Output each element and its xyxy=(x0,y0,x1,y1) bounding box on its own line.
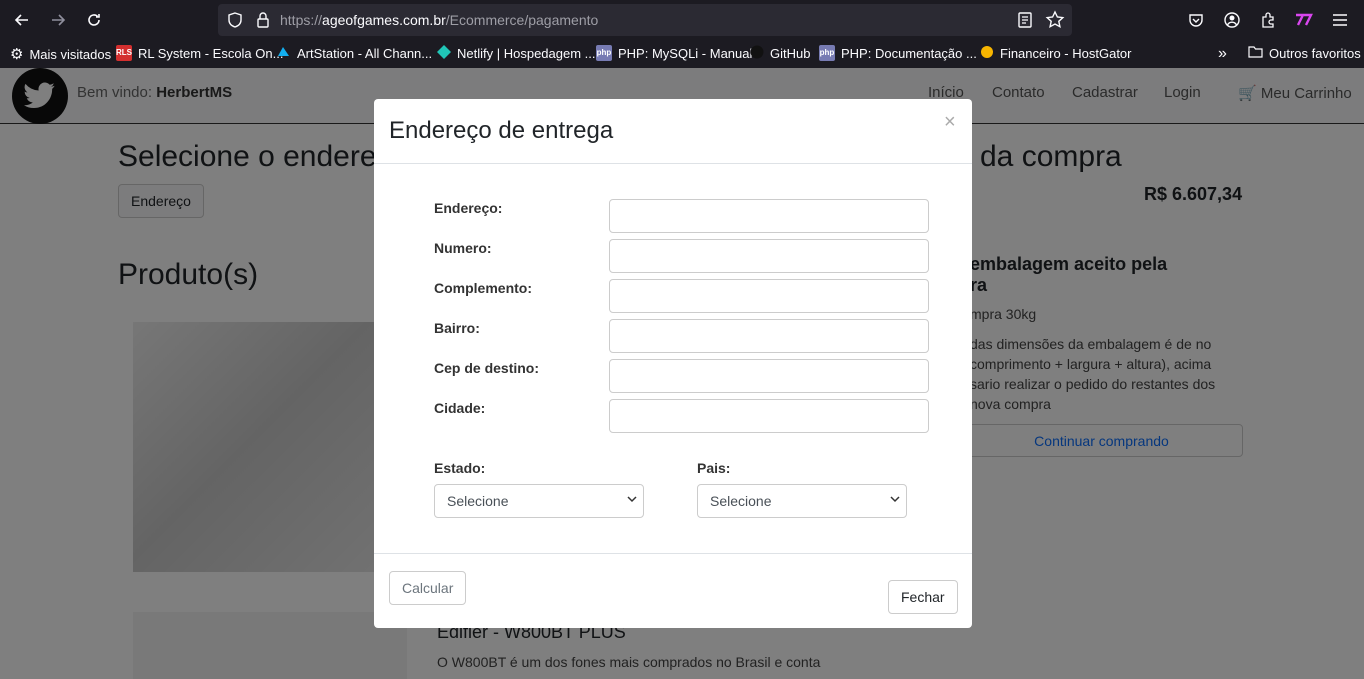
bookmark-hostgator[interactable]: Financeiro - HostGator xyxy=(980,45,1132,62)
folder-icon xyxy=(1248,45,1263,61)
hostgator-favicon-icon xyxy=(980,45,994,62)
modal-header: Endereço de entrega × xyxy=(374,99,972,164)
neighborhood-label: Bairro: xyxy=(434,320,480,336)
reader-view-icon[interactable] xyxy=(1017,11,1033,34)
browser-toolbar: https://ageofgames.com.br/Ecommerce/paga… xyxy=(0,0,1364,40)
bookmark-github[interactable]: GitHub xyxy=(750,45,810,62)
bookmark-label: PHP: MySQLi - Manual xyxy=(618,45,753,61)
zip-input[interactable] xyxy=(609,359,929,393)
zip-label: Cep de destino: xyxy=(434,360,540,376)
extension-logo-icon[interactable] xyxy=(1292,8,1316,32)
number-label: Numero: xyxy=(434,240,492,256)
modal-footer: Calcular Fechar xyxy=(374,553,972,628)
state-label: Estado: xyxy=(434,460,486,476)
bookmark-label: GitHub xyxy=(770,46,811,61)
chevron-double-right-icon[interactable]: » xyxy=(1218,45,1227,63)
github-favicon-icon xyxy=(750,45,764,62)
country-select-value: Selecione xyxy=(710,493,772,509)
bookmark-label: Outros favoritos xyxy=(1269,45,1361,61)
url-bar[interactable]: https://ageofgames.com.br/Ecommerce/paga… xyxy=(218,4,1072,36)
bookmark-rl-system[interactable]: RLS RL System - Escola On... xyxy=(116,45,283,61)
reload-icon[interactable] xyxy=(82,8,106,32)
state-select[interactable]: Selecione xyxy=(434,484,644,518)
bookmark-netlify[interactable]: Netlify | Hospedagem ... xyxy=(437,45,596,62)
calculate-button[interactable]: Calcular xyxy=(389,571,467,605)
delivery-address-modal: Endereço de entrega × Endereço: Numero: … xyxy=(374,99,972,628)
close-icon[interactable]: × xyxy=(944,111,956,134)
bookmark-artstation[interactable]: ArtStation - All Chann... xyxy=(277,45,432,62)
address-input[interactable] xyxy=(609,199,929,233)
close-button[interactable]: Fechar xyxy=(888,580,958,614)
shield-icon[interactable] xyxy=(226,11,244,29)
url-text[interactable]: https://ageofgames.com.br/Ecommerce/paga… xyxy=(280,12,598,28)
extensions-icon[interactable] xyxy=(1256,8,1280,32)
chevron-down-icon xyxy=(890,494,900,507)
bookmark-star-icon[interactable] xyxy=(1045,10,1065,35)
state-select-value: Selecione xyxy=(447,493,509,509)
artstation-favicon-icon xyxy=(277,45,291,62)
country-select[interactable]: Selecione xyxy=(697,484,907,518)
lock-icon[interactable] xyxy=(254,11,272,29)
modal-title: Endereço de entrega xyxy=(389,117,614,144)
php-favicon-icon: php xyxy=(819,45,835,61)
bookmark-label: Financeiro - HostGator xyxy=(1000,46,1132,61)
netlify-favicon-icon xyxy=(437,45,451,62)
back-arrow-icon[interactable] xyxy=(10,8,34,32)
account-icon[interactable] xyxy=(1220,8,1244,32)
menu-icon[interactable] xyxy=(1328,8,1352,32)
chevron-down-icon xyxy=(627,494,637,507)
php-favicon-icon: php xyxy=(596,45,612,61)
city-input[interactable] xyxy=(609,399,929,433)
country-label: Pais: xyxy=(697,460,731,476)
bookmark-php-mysqli[interactable]: php PHP: MySQLi - Manual xyxy=(596,45,752,61)
number-input[interactable] xyxy=(609,239,929,273)
bookmark-label: PHP: Documentação ... xyxy=(841,45,977,61)
address-label: Endereço: xyxy=(434,200,503,216)
bookmark-label: Mais visitados xyxy=(29,46,112,62)
bookmarks-bar: ⚙ Mais visitados RLS RL System - Escola … xyxy=(0,40,1364,68)
rls-favicon-icon: RLS xyxy=(116,45,132,61)
complement-input[interactable] xyxy=(609,279,929,313)
forward-arrow-icon[interactable] xyxy=(46,8,70,32)
bookmark-php-doc[interactable]: php PHP: Documentação ... xyxy=(819,45,977,61)
bookmark-label: ArtStation - All Chann... xyxy=(297,46,433,61)
pocket-icon[interactable] xyxy=(1184,8,1208,32)
complement-label: Complemento: xyxy=(434,280,532,296)
city-label: Cidade: xyxy=(434,400,486,416)
neighborhood-input[interactable] xyxy=(609,319,929,353)
bookmark-other-folder[interactable]: Outros favoritos xyxy=(1248,45,1361,61)
gear-icon: ⚙ xyxy=(10,46,24,63)
bookmark-mais-visitados[interactable]: ⚙ Mais visitados xyxy=(10,45,111,63)
bookmark-label: RL System - Escola On... xyxy=(138,45,284,61)
bookmark-label: Netlify | Hospedagem ... xyxy=(457,46,596,61)
